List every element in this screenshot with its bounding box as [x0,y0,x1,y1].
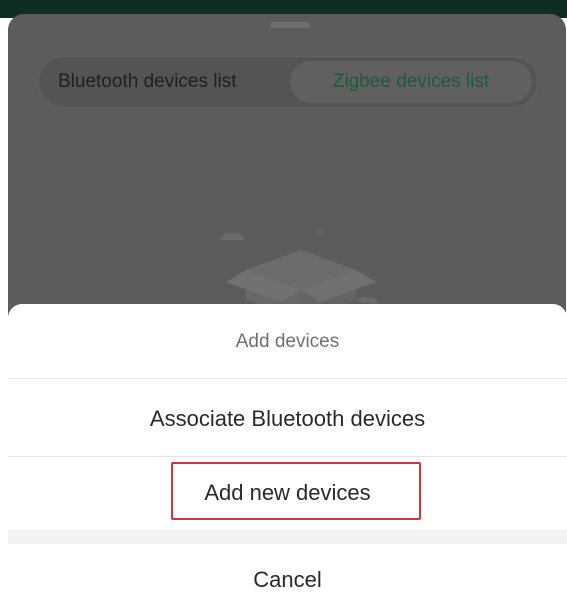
screen: Bluetooth devices list Zigbee devices li… [0,0,567,616]
drag-handle [270,22,310,28]
associate-bluetooth-devices-button[interactable]: Associate Bluetooth devices [8,382,567,456]
highlight-annotation-box [171,462,421,520]
sheet-title: Add devices [235,331,340,352]
devices-list-segmented-control: Bluetooth devices list Zigbee devices li… [38,56,538,108]
cancel-button[interactable]: Cancel [8,544,567,616]
divider [8,378,567,379]
add-devices-action-sheet: Add devices Associate Bluetooth devices … [8,304,567,616]
tab-bluetooth-devices-list[interactable]: Bluetooth devices list [58,56,237,108]
tab-zigbee-devices-list[interactable]: Zigbee devices list [290,61,532,103]
cancel-separator [8,530,567,544]
